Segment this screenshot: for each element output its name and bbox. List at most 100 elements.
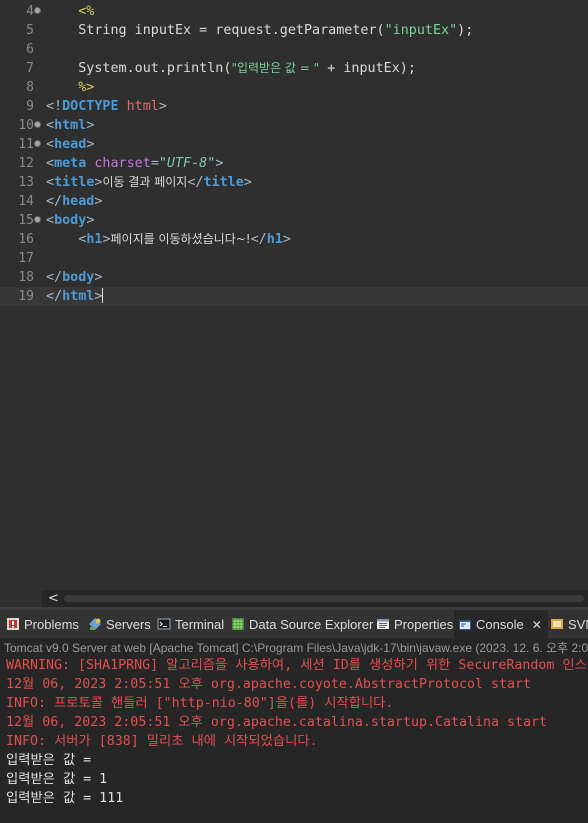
code-token: </ <box>46 289 63 304</box>
tab-label: Console <box>476 617 524 632</box>
code-text: <% <box>46 2 94 21</box>
code-token: body <box>62 270 95 285</box>
console-output[interactable]: Tomcat v9.0 Server at web [Apache Tomcat… <box>0 638 588 823</box>
code-line[interactable]: 5 String inputEx = request.getParameter(… <box>0 21 588 40</box>
console-line: 12월 06, 2023 2:05:51 오후 org.apache.coyot… <box>6 677 532 692</box>
horizontal-scrollbar[interactable]: < <box>42 590 588 607</box>
code-text: System.out.println("입력받은 값 = " + inputEx… <box>46 59 416 78</box>
code-text: </body> <box>46 268 102 287</box>
code-text: String inputEx = request.getParameter("i… <box>46 21 473 40</box>
code-line[interactable]: 14 </head> <box>0 192 588 211</box>
code-token: meta <box>54 156 87 171</box>
tab-data-source-explorer[interactable]: Data Source Explorer <box>231 610 373 638</box>
tab-label: Properties <box>394 616 454 632</box>
code-text: <!DOCTYPE html> <box>46 97 167 116</box>
code-token: > <box>158 99 167 114</box>
line-number: 4 <box>26 4 34 19</box>
line-number: 18 <box>18 270 34 285</box>
code-text: </html> <box>46 287 104 306</box>
line-number: 17 <box>18 251 34 266</box>
scrollbar-thumb[interactable] <box>64 595 584 602</box>
line-number: 14 <box>18 194 34 209</box>
tab-label: SVN <box>568 616 588 632</box>
line-number: 5 <box>26 23 34 38</box>
code-token: = <box>150 156 159 171</box>
code-line[interactable]: 9 <!DOCTYPE html> <box>0 97 588 116</box>
code-token: head <box>62 194 95 209</box>
code-token: String inputEx = request.getParameter( <box>46 23 385 38</box>
code-line[interactable]: 4 <% <box>0 2 588 21</box>
tab-servers[interactable]: Servers <box>88 610 151 638</box>
code-line[interactable]: 19 </html> <box>0 287 588 306</box>
code-token: head <box>54 137 87 152</box>
code-token: html <box>54 118 87 133</box>
code-text: <meta charset="UTF-8"> <box>46 154 223 173</box>
text-cursor <box>102 288 104 303</box>
code-line[interactable]: 7 System.out.println("입력받은 값 = " + input… <box>0 59 588 78</box>
code-token: "입력받은 값 = " <box>231 61 320 75</box>
code-token: "UTF-8" <box>158 156 216 171</box>
tab-console[interactable]: Console ✕ <box>454 610 548 639</box>
code-token: < <box>46 118 55 133</box>
tab-terminal[interactable]: Terminal <box>157 610 224 638</box>
code-token: > <box>86 137 95 152</box>
console-line: 입력받은 값 = 1 <box>6 772 108 787</box>
code-token: > <box>94 270 103 285</box>
code-text: <head> <box>46 135 94 154</box>
console-line: WARNING: [SHA1PRNG] 알고리즘을 사용하여, 세션 ID를 생… <box>6 658 588 673</box>
database-icon <box>231 617 245 631</box>
tab-label: Terminal <box>175 616 225 632</box>
code-token: </ <box>250 232 267 247</box>
code-token: DOCTYPE <box>62 99 119 114</box>
code-line[interactable]: 11 <head> <box>0 135 588 154</box>
code-line[interactable]: 18 </body> <box>0 268 588 287</box>
tab-properties[interactable]: Properties <box>376 610 453 638</box>
code-line[interactable]: 16 <h1>페이지를 이동하셨습니다~!</h1> <box>0 230 588 249</box>
console-icon <box>458 618 472 632</box>
console-line: 입력받은 값 = <box>6 753 100 768</box>
code-line[interactable]: 17 <box>0 249 588 268</box>
code-token: > <box>86 213 95 228</box>
code-editor[interactable]: 4 <% 5 String inputEx = request.getParame… <box>0 0 588 590</box>
code-token: < <box>46 156 55 171</box>
code-text: %> <box>46 78 94 97</box>
code-token: > <box>243 175 252 190</box>
code-line[interactable]: 15 <body> <box>0 211 588 230</box>
code-token: > <box>215 156 224 171</box>
code-token: System.out.println( <box>46 61 232 76</box>
code-token: h1 <box>86 232 103 247</box>
code-line[interactable]: 10 <html> <box>0 116 588 135</box>
tab-label: Data Source Explorer <box>249 616 374 632</box>
line-number: 10 <box>18 118 34 133</box>
tab-label: Servers <box>106 616 151 632</box>
code-token: </ <box>187 175 204 190</box>
fold-toggle-icon[interactable] <box>34 216 41 223</box>
code-token: > <box>102 232 111 247</box>
code-token: < <box>46 137 55 152</box>
code-token: title <box>203 175 244 190</box>
code-line[interactable]: 8 %> <box>0 78 588 97</box>
fold-toggle-icon[interactable] <box>34 121 41 128</box>
code-token: > <box>94 194 103 209</box>
fold-toggle-icon[interactable] <box>34 7 41 14</box>
line-number: 8 <box>26 80 34 95</box>
close-icon[interactable]: ✕ <box>532 618 542 632</box>
code-token: charset <box>94 156 151 171</box>
console-line: 12월 06, 2023 2:05:51 오후 org.apache.catal… <box>6 715 548 730</box>
code-token: < <box>46 175 55 190</box>
fold-toggle-icon[interactable] <box>34 140 41 147</box>
tab-problems[interactable]: Problems <box>6 610 79 638</box>
code-line[interactable]: 6 <box>0 40 588 59</box>
code-token: body <box>54 213 87 228</box>
tab-svn[interactable]: SVN <box>550 610 588 638</box>
code-line[interactable]: 12 <meta charset="UTF-8"> <box>0 154 588 173</box>
scroll-left-icon[interactable]: < <box>48 590 59 607</box>
line-number: 9 <box>26 99 34 114</box>
code-token: %> <box>78 80 95 95</box>
code-token: html <box>126 99 159 114</box>
console-line: INFO: 프로토콜 핸들러 ["http-nio-80"]을(를) 시작합니다… <box>6 696 394 711</box>
code-line[interactable]: 13 <title>이동 결과 페이지</title> <box>0 173 588 192</box>
